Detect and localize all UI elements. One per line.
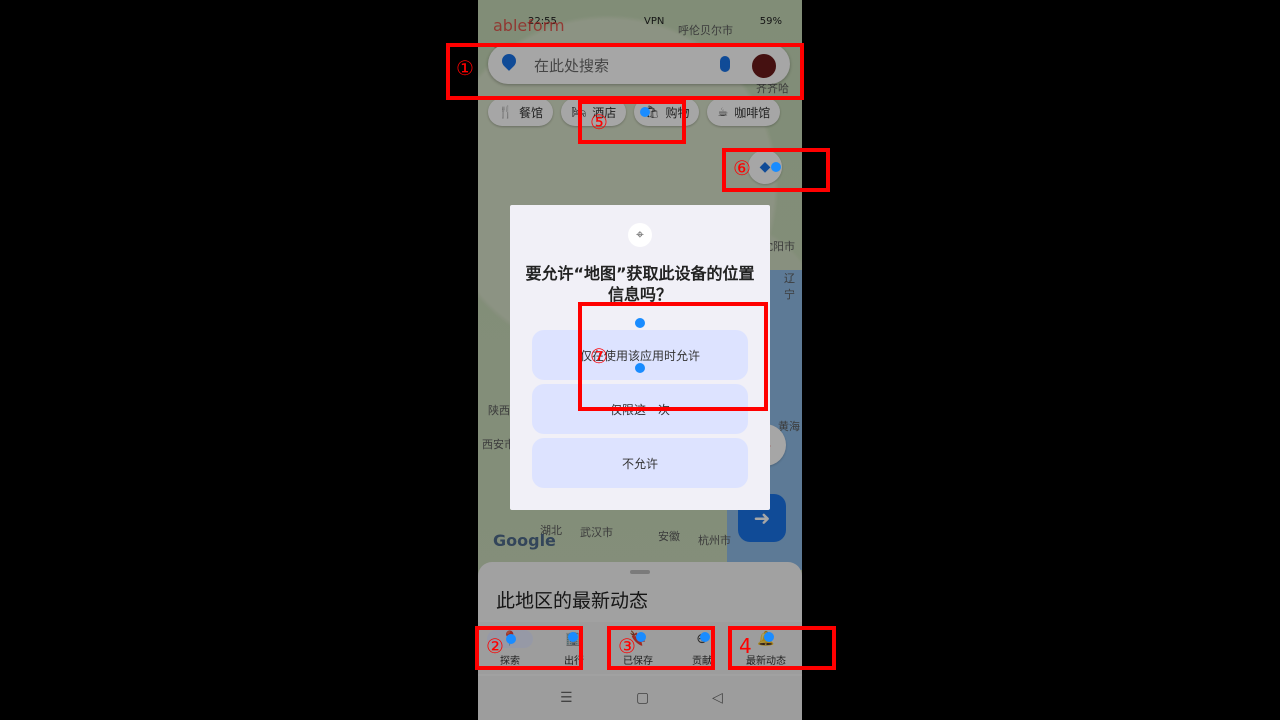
marker-dot [635, 318, 645, 328]
marker-dot [635, 363, 645, 373]
marker-dot [568, 632, 578, 642]
annotation-number-4: 4 [739, 634, 752, 658]
deny-button[interactable]: 不允许 [532, 438, 748, 488]
annotation-number-1: ① [456, 56, 474, 80]
dialog-question: 要允许“地图”获取此设备的位置信息吗？ [525, 264, 755, 304]
marker-dot [640, 107, 650, 117]
annotation-number-2: ② [486, 634, 504, 658]
marker-dot [636, 632, 646, 642]
annotation-number-5: ⑤ [590, 110, 608, 134]
annotation-box-1 [446, 43, 804, 100]
marker-dot [771, 162, 781, 172]
annotation-number-3: ③ [618, 634, 636, 658]
annotation-number-7: ⑦ [590, 344, 608, 368]
marker-dot [700, 632, 710, 642]
marker-dot [506, 634, 516, 644]
marker-dot [764, 632, 774, 642]
location-pin-icon: ⌖ [628, 223, 652, 247]
annotation-number-6: ⑥ [733, 156, 751, 180]
